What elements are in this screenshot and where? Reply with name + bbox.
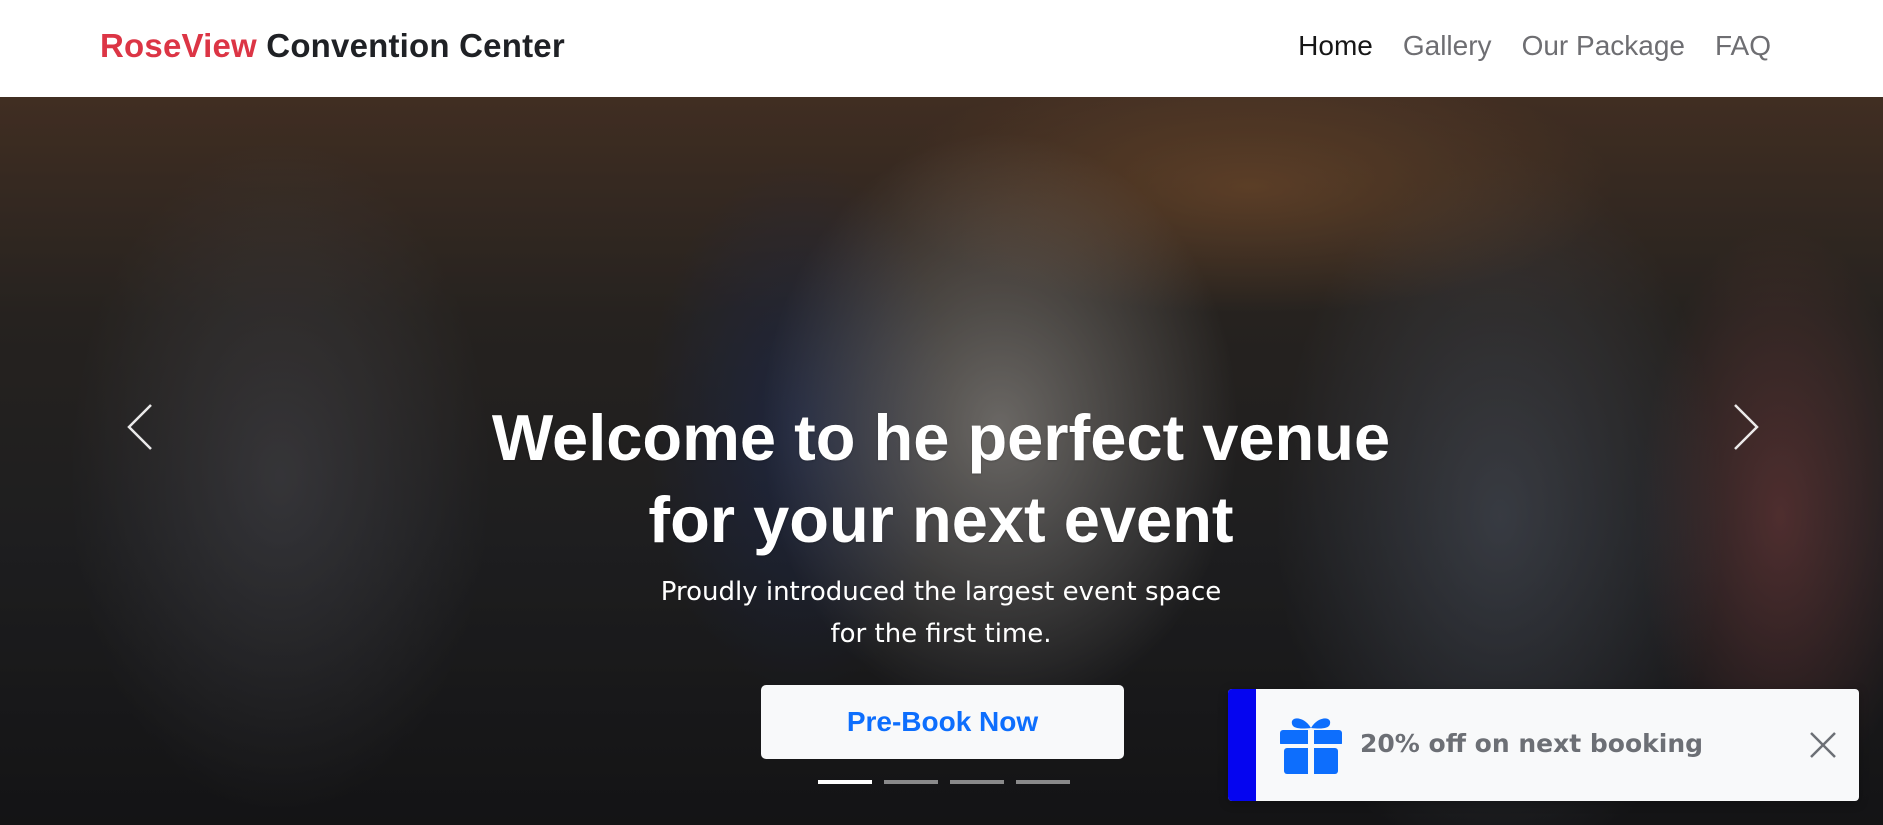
promo-toast: 20% off on next booking — [1228, 689, 1859, 801]
nav-link-gallery[interactable]: Gallery — [1403, 30, 1492, 62]
carousel-indicator-4[interactable] — [1016, 780, 1070, 784]
hero-subtitle-line-1: Proudly introduced the largest event spa… — [660, 577, 1222, 607]
nav-link-our-package[interactable]: Our Package — [1522, 30, 1685, 62]
nav-links: Home Gallery Our Package FAQ — [1298, 30, 1771, 62]
brand-logo[interactable]: RoseView Convention Center — [100, 27, 565, 65]
carousel-indicators — [818, 780, 1070, 784]
hero-title-line-2: for your next event — [648, 483, 1234, 556]
hero-title-line-1: Welcome to he perfect venue — [491, 401, 1391, 474]
carousel-indicator-2[interactable] — [884, 780, 938, 784]
pre-book-button[interactable]: Pre-Book Now — [761, 685, 1124, 759]
carousel-indicator-3[interactable] — [950, 780, 1004, 784]
gift-icon — [1280, 718, 1342, 774]
carousel-prev-button[interactable] — [110, 387, 170, 467]
brand-highlight: RoseView — [100, 27, 257, 64]
brand-rest: Convention Center — [266, 27, 565, 64]
chevron-left-icon — [127, 404, 152, 450]
nav-link-home[interactable]: Home — [1298, 30, 1373, 62]
close-icon[interactable] — [1808, 730, 1838, 760]
nav-link-faq[interactable]: FAQ — [1715, 30, 1771, 62]
toast-accent-bar — [1228, 689, 1256, 801]
hero-subtitle-line-2: for the first time. — [830, 619, 1052, 649]
carousel-indicator-1[interactable] — [818, 780, 872, 784]
chevron-right-icon — [1734, 404, 1759, 450]
hero-title: Welcome to he perfect venue for your nex… — [441, 397, 1441, 561]
carousel-next-button[interactable] — [1716, 387, 1776, 467]
toast-message: 20% off on next booking — [1360, 729, 1704, 758]
hero-subtitle: Proudly introduced the largest event spa… — [541, 571, 1341, 655]
navbar: RoseView Convention Center Home Gallery … — [0, 0, 1883, 97]
